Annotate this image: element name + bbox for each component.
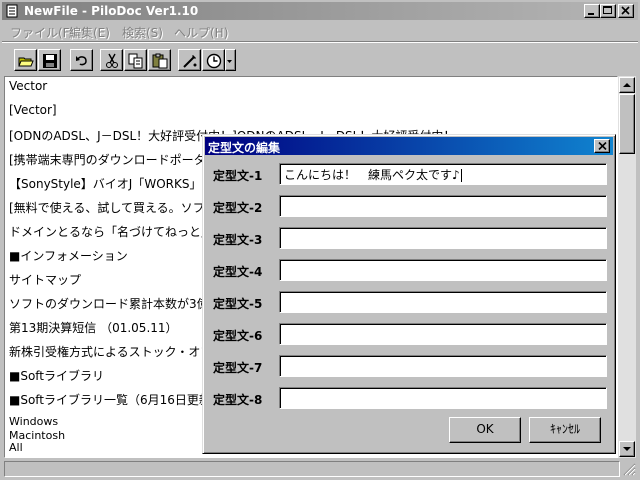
copy-button[interactable] xyxy=(124,49,147,71)
undo-icon xyxy=(76,56,87,66)
maximize-icon xyxy=(603,6,612,14)
template-label-4: 定型文-4 xyxy=(213,265,263,279)
cut-button[interactable] xyxy=(100,49,123,71)
template-row-6: 定型文-6 xyxy=(213,323,607,347)
template-input-3[interactable] xyxy=(279,227,607,249)
scroll-down-button[interactable] xyxy=(619,441,635,457)
editor-line: ■Softライブラリ一覧（6月16日更新） xyxy=(9,393,223,407)
window-title: NewFile - PiloDoc Ver1.10 xyxy=(24,4,199,18)
dialog-close-button[interactable] xyxy=(594,139,610,153)
template-input-6[interactable] xyxy=(279,323,607,345)
template-input-4[interactable] xyxy=(279,259,607,281)
menu-separator xyxy=(2,41,638,43)
editor-line: ■インフォメーション xyxy=(9,249,128,263)
template-label-8: 定型文-8 xyxy=(213,393,263,407)
notepad-icon xyxy=(6,4,18,18)
template-input-8[interactable] xyxy=(279,387,607,409)
template-label-3: 定型文-3 xyxy=(213,233,263,247)
ok-button[interactable]: OK xyxy=(449,417,521,443)
editor-line: サイトマップ xyxy=(9,273,82,287)
toolbar xyxy=(2,44,638,74)
template-input-1[interactable]: こんにちは！ 練馬ペク太です♪ xyxy=(279,163,607,185)
editor-line: [携帯端末専門のダウンロードポータル xyxy=(9,153,218,167)
scroll-up-button[interactable] xyxy=(619,77,635,93)
template-row-4: 定型文-4 xyxy=(213,259,607,283)
open-icon xyxy=(18,57,34,67)
insert-template-button[interactable] xyxy=(178,49,201,71)
menu-bar: ファイル(F) 編集(E) 検索(S) ヘルプ(H) xyxy=(2,21,638,40)
dropdown-arrow-icon xyxy=(227,60,232,63)
template-row-1: 定型文-1 こんにちは！ 練馬ペク太です♪ xyxy=(213,163,607,187)
menu-search[interactable]: 検索(S) xyxy=(122,24,163,41)
template-label-1: 定型文-1 xyxy=(213,169,263,183)
dropdown-button[interactable] xyxy=(225,49,236,71)
editor-line: ソフトのダウンロード累計本数が3億本 xyxy=(9,297,221,311)
close-button[interactable] xyxy=(618,4,634,18)
menu-file[interactable]: ファイル(F) xyxy=(10,24,74,41)
save-icon xyxy=(43,54,57,68)
editor-line: ドメインとるなら「名づけてねっと」 xyxy=(9,225,214,239)
insert-template-icon xyxy=(183,55,197,68)
dialog-title-bar[interactable]: 定型文の編集 xyxy=(205,137,613,155)
undo-button[interactable] xyxy=(70,49,93,71)
template-label-5: 定型文-5 xyxy=(213,297,263,311)
clock-button[interactable] xyxy=(202,49,225,71)
editor-line: 新株引受権方式によるストック・オプシ xyxy=(9,345,225,359)
template-label-7: 定型文-7 xyxy=(213,361,263,375)
template-input-2[interactable] xyxy=(279,195,607,217)
editor-line: All xyxy=(9,441,23,454)
editor-line: Windows xyxy=(9,415,59,428)
paste-icon xyxy=(152,53,168,69)
editor-line: ■Softライブラリ xyxy=(9,369,105,383)
arrow-down-icon xyxy=(623,447,631,451)
maximize-button[interactable] xyxy=(600,4,616,18)
title-bar[interactable]: NewFile - PiloDoc Ver1.10 xyxy=(2,2,638,20)
menu-help[interactable]: ヘルプ(H) xyxy=(174,24,228,41)
cut-icon xyxy=(106,53,118,68)
text-caret xyxy=(460,169,462,182)
menu-edit[interactable]: 編集(E) xyxy=(69,24,110,41)
editor-line: 第13期決算短信 （01.05.11） xyxy=(9,321,178,335)
copy-icon xyxy=(128,53,143,69)
dialog-title: 定型文の編集 xyxy=(208,141,281,155)
template-row-2: 定型文-2 xyxy=(213,195,607,219)
close-icon xyxy=(621,6,630,15)
template-input-5[interactable] xyxy=(279,291,607,313)
template-row-7: 定型文-7 xyxy=(213,355,607,379)
editor-line: Vector xyxy=(9,79,48,93)
template-value-1: こんにちは！ 練馬ペク太です♪ xyxy=(284,168,460,182)
editor-line: [無料で使える、試して買える。ソフトウ xyxy=(9,201,229,215)
template-label-2: 定型文-2 xyxy=(213,201,263,215)
minimize-icon xyxy=(588,13,594,15)
template-row-3: 定型文-3 xyxy=(213,227,607,251)
status-bar xyxy=(2,460,638,478)
template-row-8: 定型文-8 xyxy=(213,387,607,411)
paste-button[interactable] xyxy=(148,49,171,71)
save-button[interactable] xyxy=(38,49,61,71)
open-button[interactable] xyxy=(14,49,37,71)
template-edit-dialog: 定型文の編集 定型文-1 こんにちは！ 練馬ペク太です♪ 定型文-2 定型文-3… xyxy=(202,134,616,454)
editor-line: [Vector] xyxy=(9,103,57,117)
template-label-6: 定型文-6 xyxy=(213,329,263,343)
template-row-5: 定型文-5 xyxy=(213,291,607,315)
cancel-button[interactable]: ｷｬﾝｾﾙ xyxy=(529,417,601,443)
status-panel xyxy=(4,461,620,477)
arrow-up-icon xyxy=(623,83,631,87)
clock-icon xyxy=(206,53,222,69)
close-icon xyxy=(598,142,607,150)
vertical-scrollbar[interactable] xyxy=(618,76,636,458)
resize-grip-icon[interactable] xyxy=(622,462,636,476)
scroll-thumb[interactable] xyxy=(619,94,635,154)
minimize-button[interactable] xyxy=(584,4,600,18)
template-input-7[interactable] xyxy=(279,355,607,377)
